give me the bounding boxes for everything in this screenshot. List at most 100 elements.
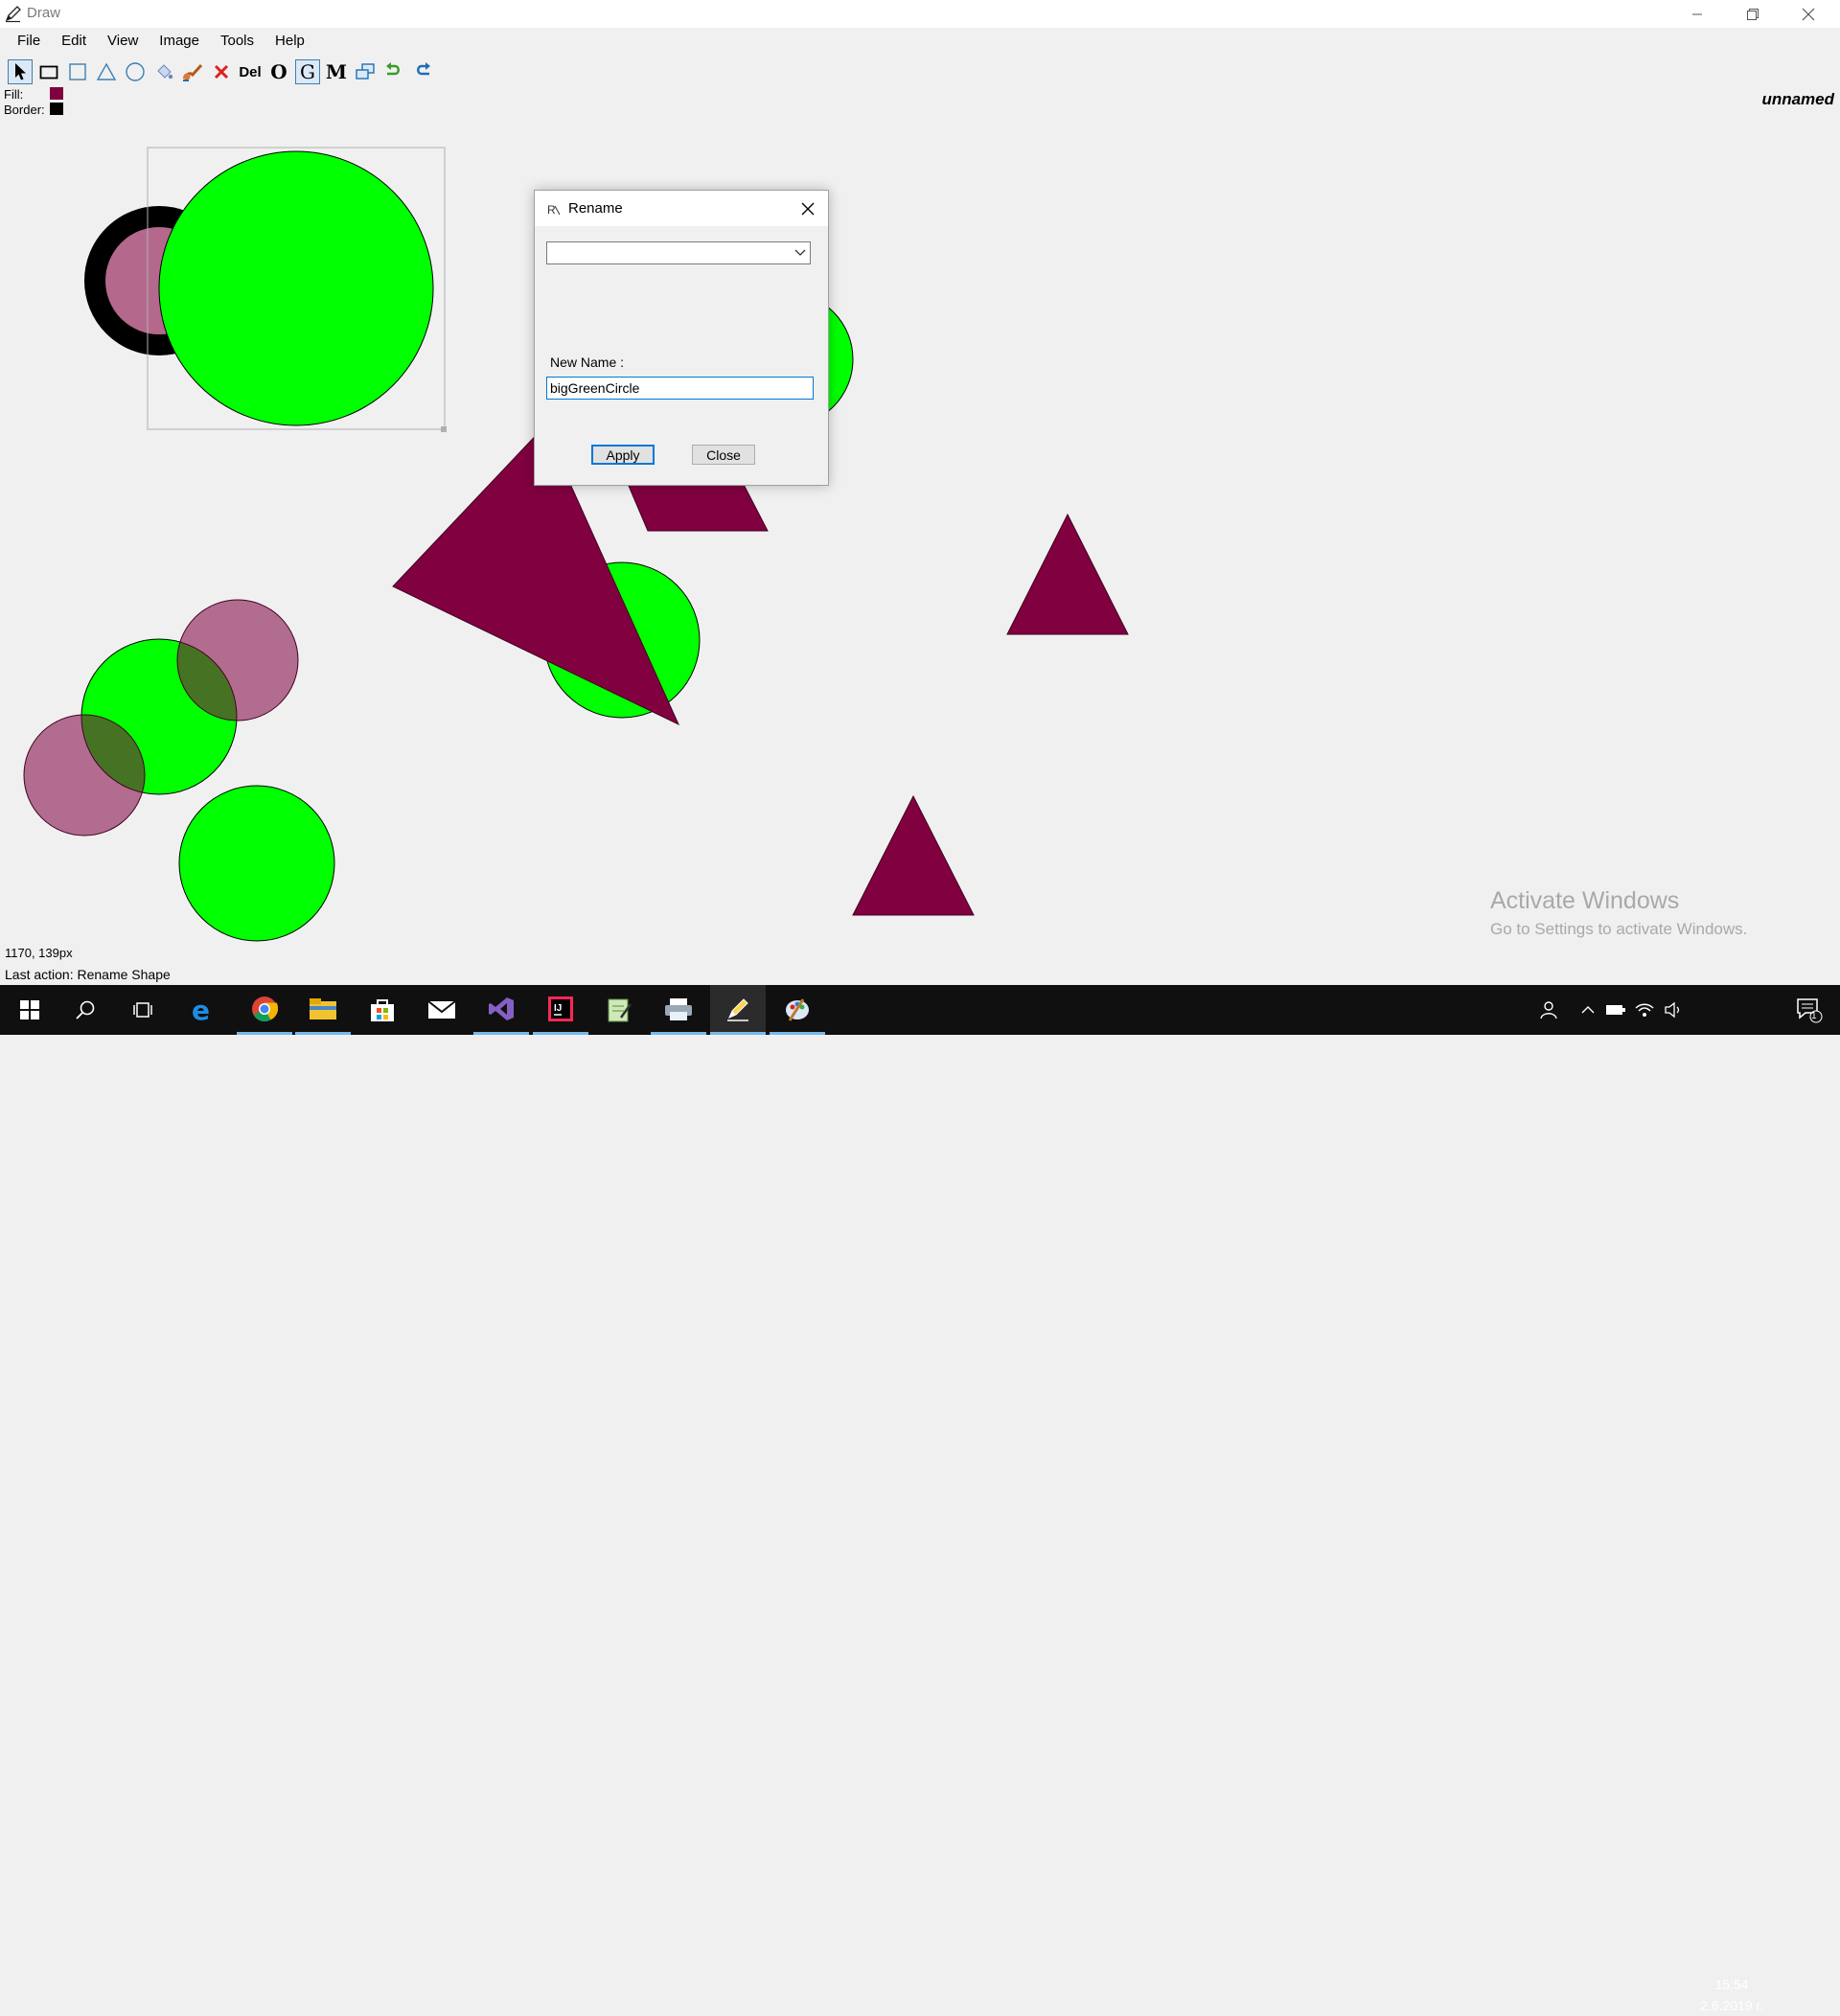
select-tool-button[interactable]: [8, 59, 33, 84]
mail-icon: [427, 1000, 456, 1019]
restore-button[interactable]: [1725, 0, 1781, 28]
menu-file[interactable]: File: [0, 30, 51, 53]
activate-windows-watermark: Activate Windows Go to Settings to activ…: [1490, 887, 1747, 939]
edge-taskbar-button[interactable]: e: [175, 985, 231, 1035]
triangle-tool-button[interactable]: [94, 59, 119, 84]
notepad-taskbar-button[interactable]: [591, 985, 647, 1035]
start-button[interactable]: [2, 985, 58, 1035]
m-button[interactable]: M: [324, 59, 349, 84]
dialog-title-bar: R Rename: [535, 191, 828, 226]
menu-edit[interactable]: Edit: [51, 30, 97, 53]
pink-circle-lower[interactable]: [23, 714, 146, 836]
printer-icon: [665, 997, 692, 1020]
svg-text:R: R: [547, 203, 556, 216]
selection-handle[interactable]: [441, 426, 447, 432]
dialog-close-button[interactable]: [795, 196, 820, 221]
clock-date: 2.6.2019 г.: [1700, 1998, 1763, 2013]
menu-view[interactable]: View: [97, 30, 149, 53]
file-explorer-icon: [310, 997, 336, 1019]
task-view-button[interactable]: [115, 985, 171, 1035]
notification-count: 1: [1811, 1011, 1817, 1021]
chrome-taskbar-button[interactable]: [237, 985, 292, 1035]
delete-x-icon: [214, 64, 229, 80]
ellipse-tool-button[interactable]: [123, 59, 148, 84]
close-icon: [801, 202, 815, 216]
o-button[interactable]: O: [266, 59, 291, 84]
draw-app-icon: [727, 997, 748, 1021]
drawing-canvas[interactable]: [0, 100, 1840, 952]
triangle-right[interactable]: [1006, 513, 1129, 635]
intellij-taskbar-button[interactable]: IJ: [533, 985, 588, 1035]
draw-window: Draw File Edit View Image Tools Help Del…: [0, 0, 1840, 985]
svg-text:IJ: IJ: [554, 1003, 562, 1014]
notepad-icon: [608, 998, 632, 1022]
square-tool-icon: [69, 63, 86, 80]
file-explorer-taskbar-button[interactable]: [295, 985, 351, 1035]
green-circle-bottom[interactable]: [178, 785, 335, 942]
volume-button[interactable]: [1661, 985, 1686, 1035]
redo-icon: [417, 62, 430, 76]
undo-icon: [386, 62, 400, 76]
shape-dropdown[interactable]: [546, 241, 811, 264]
minimize-button[interactable]: [1669, 0, 1725, 28]
undo-button[interactable]: [381, 59, 406, 84]
minimize-icon: [1692, 13, 1702, 14]
new-name-label: New Name :: [550, 355, 625, 370]
battery-button[interactable]: [1603, 985, 1628, 1035]
g-button[interactable]: G: [295, 59, 320, 84]
visual-studio-taskbar-button[interactable]: [473, 985, 529, 1035]
tray-overflow-button[interactable]: [1576, 985, 1600, 1035]
ellipse-tool-icon: [126, 62, 145, 81]
brush-tool-button[interactable]: [180, 59, 205, 84]
menu-tools[interactable]: Tools: [210, 30, 264, 53]
cursor-coordinates: 1170, 139px: [5, 946, 73, 960]
dialog-title: Rename: [568, 200, 623, 217]
del-text-icon: Del: [239, 63, 262, 80]
store-icon: [371, 999, 394, 1021]
o-text-icon: O: [270, 60, 288, 83]
svg-text:e: e: [192, 997, 210, 1023]
del-button[interactable]: Del: [238, 59, 263, 84]
big-green-circle[interactable]: [158, 150, 434, 426]
rectangle-tool-button[interactable]: [36, 59, 61, 84]
apply-button[interactable]: Apply: [591, 445, 655, 465]
last-action-status: Last action: Rename Shape: [5, 967, 171, 982]
mail-taskbar-button[interactable]: [414, 985, 470, 1035]
taskbar-clock[interactable]: 15:54 2.6.2019 г.: [1689, 1974, 1775, 2016]
notification-icon: [1797, 998, 1823, 1023]
store-taskbar-button[interactable]: [355, 985, 410, 1035]
network-button[interactable]: [1632, 985, 1657, 1035]
new-name-input[interactable]: [546, 377, 814, 400]
fill-tool-button[interactable]: [151, 59, 176, 84]
title-bar: Draw: [0, 0, 1840, 28]
fill-color-swatch[interactable]: [50, 87, 63, 100]
visual-studio-icon: [489, 997, 514, 1020]
pink-circle-upper[interactable]: [176, 599, 299, 722]
printer-taskbar-button[interactable]: [651, 985, 706, 1035]
delete-tool-button[interactable]: [209, 59, 234, 84]
watermark-subtitle: Go to Settings to activate Windows.: [1490, 920, 1748, 938]
redo-button[interactable]: [410, 59, 435, 84]
people-button[interactable]: [1531, 985, 1566, 1035]
close-window-button[interactable]: [1781, 0, 1836, 28]
toolbar: Del O G M: [8, 57, 435, 86]
menu-help[interactable]: Help: [264, 30, 315, 53]
close-button-label: Close: [706, 447, 741, 463]
paint-taskbar-button[interactable]: [770, 985, 825, 1035]
window-title: Draw: [27, 5, 61, 21]
watermark-title: Activate Windows: [1490, 887, 1680, 914]
rectangle-tool-icon: [39, 65, 58, 80]
draw-taskbar-button[interactable]: [710, 985, 766, 1035]
action-center-button[interactable]: 1: [1786, 985, 1832, 1035]
close-button[interactable]: Close: [692, 445, 755, 465]
people-icon: [1540, 1001, 1557, 1019]
triangle-bottom[interactable]: [852, 794, 975, 916]
square-tool-button[interactable]: [65, 59, 90, 84]
speaker-icon: [1665, 1001, 1680, 1019]
menu-bar: File Edit View Image Tools Help: [0, 30, 315, 53]
apply-button-label: Apply: [606, 447, 640, 463]
menu-image[interactable]: Image: [149, 30, 210, 53]
chevron-up-icon: [1581, 1006, 1595, 1014]
search-button[interactable]: [58, 985, 113, 1035]
copy-button[interactable]: [353, 59, 378, 84]
